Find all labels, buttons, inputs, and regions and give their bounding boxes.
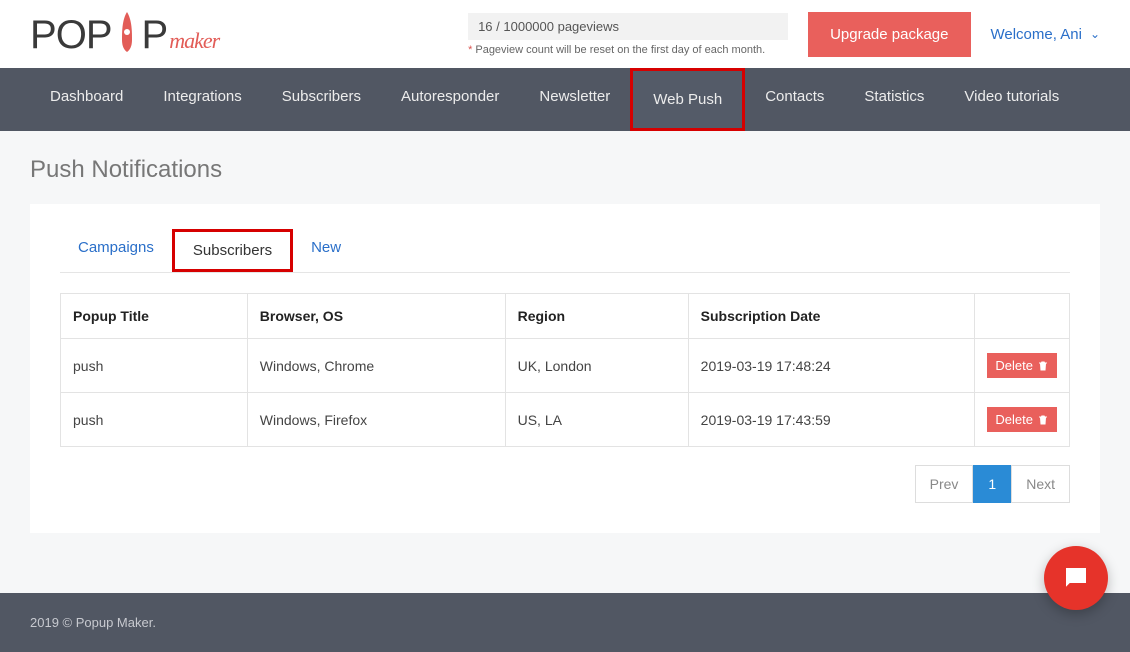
pageviews-note-text: Pageview count will be reset on the firs… (475, 44, 765, 56)
th-subscription-date: Subscription Date (688, 294, 975, 339)
asterisk-icon: * (468, 44, 472, 56)
logo-maker: maker (169, 28, 219, 54)
page-body: Push Notifications Campaigns Subscribers… (0, 131, 1130, 593)
tab-new[interactable]: New (293, 229, 359, 272)
cell-browser: Windows, Firefox (247, 393, 505, 447)
page-title: Push Notifications (30, 156, 1100, 184)
tab-subscribers[interactable]: Subscribers (172, 229, 293, 272)
nav-newsletter[interactable]: Newsletter (519, 68, 630, 131)
content-card: Campaigns Subscribers New Popup Title Br… (30, 204, 1100, 533)
rocket-icon (112, 10, 142, 58)
pager-page-1[interactable]: 1 (973, 465, 1011, 503)
delete-label: Delete (995, 358, 1033, 373)
logo-p3: P (142, 13, 168, 58)
cell-region: US, LA (505, 393, 688, 447)
cell-region: UK, London (505, 339, 688, 393)
welcome-text: Welcome, Ani (991, 26, 1082, 43)
chevron-down-icon: ⌄ (1090, 27, 1100, 41)
pageviews-block: 16 / 1000000 pageviews *Pageview count w… (468, 13, 788, 56)
cell-actions: Delete (975, 393, 1070, 447)
logo-p2: P (86, 13, 112, 58)
logo[interactable]: POPPmakerU (30, 10, 219, 58)
cell-date: 2019-03-19 17:43:59 (688, 393, 975, 447)
footer: 2019 © Popup Maker. (0, 593, 1130, 652)
cell-browser: Windows, Chrome (247, 339, 505, 393)
table-row: push Windows, Chrome UK, London 2019-03-… (61, 339, 1070, 393)
delete-label: Delete (995, 412, 1033, 427)
trash-icon (1037, 360, 1049, 372)
cell-title: push (61, 393, 248, 447)
main-nav: Dashboard Integrations Subscribers Autor… (0, 68, 1130, 131)
trash-icon (1037, 414, 1049, 426)
table-row: push Windows, Firefox US, LA 2019-03-19 … (61, 393, 1070, 447)
header: POPPmakerU POPP document.querySelector('… (0, 0, 1130, 68)
pager-prev[interactable]: Prev (915, 465, 974, 503)
th-browser-os: Browser, OS (247, 294, 505, 339)
nav-integrations[interactable]: Integrations (143, 68, 261, 131)
cell-title: push (61, 339, 248, 393)
nav-video-tutorials[interactable]: Video tutorials (944, 68, 1079, 131)
nav-web-push[interactable]: Web Push (630, 68, 745, 131)
th-actions (975, 294, 1070, 339)
nav-statistics[interactable]: Statistics (844, 68, 944, 131)
pagination: Prev 1 Next (60, 465, 1070, 503)
cell-actions: Delete (975, 339, 1070, 393)
chat-fab[interactable] (1044, 546, 1108, 610)
nav-autoresponder[interactable]: Autoresponder (381, 68, 519, 131)
th-region: Region (505, 294, 688, 339)
table-header-row: Popup Title Browser, OS Region Subscript… (61, 294, 1070, 339)
pageviews-note: *Pageview count will be reset on the fir… (468, 44, 788, 56)
nav-contacts[interactable]: Contacts (745, 68, 844, 131)
cell-date: 2019-03-19 17:48:24 (688, 339, 975, 393)
logo-p: P (30, 13, 56, 58)
nav-dashboard[interactable]: Dashboard (30, 68, 143, 131)
subscribers-table: Popup Title Browser, OS Region Subscript… (60, 293, 1070, 447)
tabs: Campaigns Subscribers New (60, 229, 1070, 273)
pageviews-counter: 16 / 1000000 pageviews (468, 13, 788, 40)
tab-campaigns[interactable]: Campaigns (60, 229, 172, 272)
chat-icon (1061, 563, 1091, 593)
delete-button[interactable]: Delete (987, 353, 1057, 378)
logo-o: O (56, 13, 86, 58)
pager-next[interactable]: Next (1011, 465, 1070, 503)
nav-subscribers[interactable]: Subscribers (262, 68, 381, 131)
delete-button[interactable]: Delete (987, 407, 1057, 432)
upgrade-button[interactable]: Upgrade package (808, 12, 970, 57)
user-menu[interactable]: Welcome, Ani ⌄ (991, 26, 1101, 43)
th-popup-title: Popup Title (61, 294, 248, 339)
